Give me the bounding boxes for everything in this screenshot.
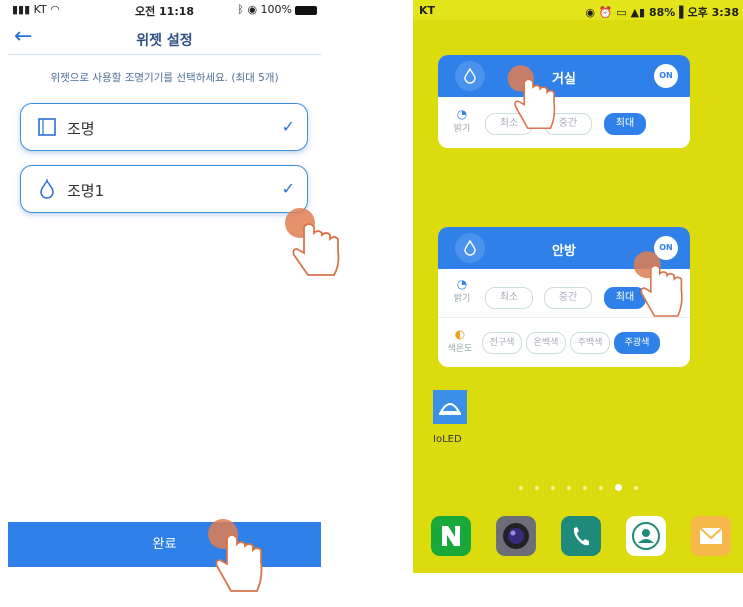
battery-icon bbox=[295, 5, 317, 15]
instruction-text: 위젯으로 사용할 조명기기를 선택하세요. (최대 5개) bbox=[50, 72, 279, 84]
touch-hand-icon bbox=[507, 65, 556, 130]
status-bar: ▮▮▮ KT ◠ 오전 11:18 ᛒ ◉ 100% bbox=[8, 0, 321, 20]
color-daylight-button[interactable]: 주광색 bbox=[614, 332, 660, 354]
color-neutral-button[interactable]: 주백색 bbox=[570, 332, 610, 354]
camera-app-icon[interactable] bbox=[496, 516, 536, 556]
brightness-icon: ◔ bbox=[456, 107, 468, 121]
checkmark-icon: ✓ bbox=[281, 179, 295, 198]
brightness-max-button[interactable]: 최대 bbox=[604, 113, 646, 135]
brightness-label: ◔ 밝기 bbox=[448, 277, 476, 304]
bulb-drop-icon bbox=[40, 179, 54, 199]
brightness-min-button[interactable]: 최소 bbox=[485, 287, 533, 309]
page-indicator bbox=[413, 484, 743, 491]
email-app-icon[interactable] bbox=[691, 516, 731, 556]
page-dot bbox=[534, 485, 539, 490]
color-warmwhite-button[interactable]: 온백색 bbox=[526, 332, 566, 354]
page-dot-active bbox=[614, 484, 622, 491]
touch-hand-icon bbox=[633, 251, 683, 317]
battery-status: ᛒ ◉ 100% bbox=[237, 3, 317, 16]
brightness-icon: ◔ bbox=[456, 277, 468, 291]
battery-percent: 100% bbox=[260, 3, 292, 16]
color-temp-label-text: 색온도 bbox=[447, 344, 473, 354]
widget-settings-screen: ▮▮▮ KT ◠ 오전 11:18 ᛒ ◉ 100% ← 위젯 설정 위젯으로 … bbox=[8, 0, 321, 567]
device-name: 조명1 bbox=[67, 182, 105, 200]
page-dot bbox=[518, 485, 523, 490]
page-dot bbox=[633, 485, 638, 490]
brightness-label-text: 밝기 bbox=[453, 294, 471, 304]
half-circle-icon: ◐ bbox=[454, 327, 466, 341]
brightness-label-text: 밝기 bbox=[453, 124, 471, 134]
color-temp-label: ◐ 색온도 bbox=[444, 327, 476, 354]
brightness-label: ◔ 밝기 bbox=[448, 107, 476, 134]
touch-hand-icon bbox=[208, 519, 263, 592]
touch-hand-icon bbox=[285, 208, 340, 276]
page-title: 위젯 설정 bbox=[136, 33, 193, 49]
nav-bar: ← 위젯 설정 bbox=[8, 22, 321, 55]
home-screen: KT ◉ ⏰ ▭ ▲▮ 88% ▌오후 3:38 거실 ON ◔ 밝기 최소 중간… bbox=[413, 0, 743, 573]
panel-light-icon bbox=[38, 118, 56, 136]
ioled-app-icon[interactable] bbox=[433, 390, 467, 424]
device-item-1[interactable]: 조명 ✓ bbox=[20, 103, 308, 151]
color-warm-button[interactable]: 전구색 bbox=[482, 332, 522, 354]
phone-app-icon[interactable] bbox=[561, 516, 601, 556]
naver-app-icon[interactable] bbox=[431, 516, 471, 556]
carrier-text: KT bbox=[419, 4, 436, 17]
power-toggle-button[interactable]: ON bbox=[654, 64, 678, 88]
status-icons: ◉ ⏰ ▭ ▲▮ bbox=[585, 6, 649, 19]
bluetooth-icon: ᛒ bbox=[237, 3, 244, 16]
contacts-app-icon[interactable] bbox=[626, 516, 666, 556]
device-item-2[interactable]: 조명1 ✓ bbox=[20, 165, 308, 213]
app-label: IoLED bbox=[433, 434, 462, 445]
page-dot bbox=[582, 485, 587, 490]
checkmark-icon: ✓ bbox=[281, 117, 295, 136]
page-dot bbox=[598, 485, 603, 490]
status-bar: KT ◉ ⏰ ▭ ▲▮ 88% ▌오후 3:38 bbox=[413, 0, 743, 20]
page-dot bbox=[550, 485, 555, 490]
status-right: ◉ ⏰ ▭ ▲▮ 88% ▌오후 3:38 bbox=[585, 4, 739, 20]
device-name: 조명 bbox=[67, 120, 95, 138]
battery-time-text: 88% ▌오후 3:38 bbox=[648, 6, 739, 19]
brightness-mid-button[interactable]: 중간 bbox=[544, 287, 592, 309]
page-dot bbox=[566, 485, 571, 490]
alarm-icon: ◉ bbox=[247, 3, 258, 16]
